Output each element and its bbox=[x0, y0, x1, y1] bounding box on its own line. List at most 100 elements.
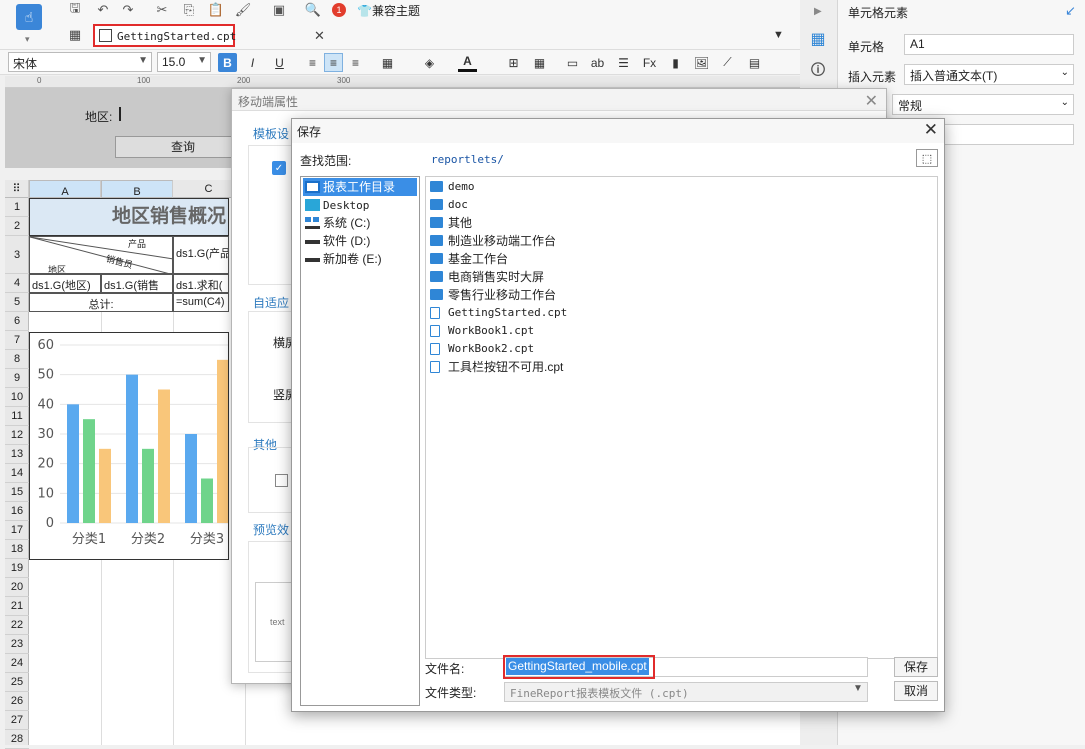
close-icon[interactable]: ✕ bbox=[924, 120, 938, 140]
save-icon[interactable]: 🖫 bbox=[66, 0, 84, 19]
row-header-cell[interactable]: 6 bbox=[5, 312, 29, 331]
row-header-cell[interactable]: 4 bbox=[5, 274, 29, 293]
row-header-cell[interactable]: 27 bbox=[5, 711, 29, 730]
row-header-cell[interactable]: 16 bbox=[5, 502, 29, 521]
folder-item[interactable]: 其他 bbox=[430, 214, 472, 232]
align-left-icon[interactable]: ≡ bbox=[303, 53, 322, 72]
title-cell[interactable]: 地区销售概况 bbox=[29, 198, 229, 236]
filename-input[interactable]: GettingStarted_mobile.cpt bbox=[503, 655, 655, 679]
tab-menu-icon[interactable]: ▼ bbox=[773, 29, 784, 41]
place-desktop[interactable]: Desktop bbox=[303, 196, 417, 214]
folder-item[interactable]: demo bbox=[430, 178, 475, 196]
place-drive-d[interactable]: 软件 (D:) bbox=[303, 232, 417, 250]
rich-text-icon[interactable]: ab bbox=[588, 53, 607, 72]
bar-chart[interactable]: 0 10 20 30 40 50 60 分类1 分类2 分类3 bbox=[29, 332, 229, 560]
fill-color-icon[interactable]: ◈ bbox=[420, 53, 439, 72]
font-size-select[interactable]: 15.0 ▼ bbox=[157, 52, 211, 72]
slash-icon[interactable]: ⟋ bbox=[718, 53, 737, 72]
row-header-cell[interactable]: 8 bbox=[5, 350, 29, 369]
place-drive-c[interactable]: 系统 (C:) bbox=[303, 214, 417, 232]
bar[interactable] bbox=[126, 374, 138, 523]
row-header-cell[interactable]: 1 bbox=[5, 198, 29, 217]
folder-item[interactable]: 基金工作台 bbox=[430, 250, 508, 268]
bar[interactable] bbox=[217, 359, 229, 523]
row-header-cell[interactable]: 9 bbox=[5, 369, 29, 388]
subreport-icon[interactable]: ▤ bbox=[745, 53, 764, 72]
logo-dropdown-icon[interactable]: ▾ bbox=[25, 34, 30, 45]
bold-button[interactable]: B bbox=[218, 53, 237, 72]
folder-item[interactable]: 零售行业移动工作台 bbox=[430, 286, 556, 304]
cell-attr-icon[interactable]: 🛈 bbox=[809, 62, 827, 81]
cell-b4[interactable]: ds1.G(销售 bbox=[101, 274, 173, 293]
undo-icon[interactable]: ↶ bbox=[94, 1, 112, 19]
row-header-cell[interactable]: 15 bbox=[5, 483, 29, 502]
preview-icon[interactable]: 🔍 bbox=[304, 1, 322, 19]
row-header-cell[interactable]: 24 bbox=[5, 654, 29, 673]
filetype-select[interactable]: FineReport报表模板文件 (.cpt) ▼ bbox=[504, 682, 868, 702]
collapse-icon[interactable]: ↙ bbox=[1065, 3, 1076, 19]
other-checkbox[interactable] bbox=[275, 474, 288, 487]
cell-total-label[interactable]: 总计: bbox=[29, 293, 173, 312]
place-report-dir[interactable]: 报表工作目录 bbox=[303, 178, 417, 196]
folder-item[interactable]: 电商销售实时大屏 bbox=[430, 268, 544, 286]
cell-name-field[interactable]: A1 bbox=[904, 34, 1074, 55]
row-header-cell[interactable]: 25 bbox=[5, 673, 29, 692]
chart-icon[interactable]: ▮ bbox=[666, 53, 685, 72]
align-right-icon[interactable]: ≡ bbox=[346, 53, 365, 72]
cell-c5[interactable]: =sum(C4) bbox=[173, 293, 229, 312]
font-family-select[interactable]: 宋体 ▼ bbox=[8, 52, 152, 72]
text-field-icon[interactable]: ▭ bbox=[563, 53, 582, 72]
cancel-button[interactable]: 取消 bbox=[894, 681, 938, 701]
row-header-cell[interactable]: 14 bbox=[5, 464, 29, 483]
format-select[interactable]: 常规 ⌄ bbox=[892, 94, 1074, 115]
region-input[interactable] bbox=[117, 104, 237, 124]
row-header-cell[interactable]: 3 bbox=[5, 236, 29, 274]
diagonal-header-cell[interactable]: 产品 销售员 地区 bbox=[29, 236, 173, 274]
folder-item[interactable]: doc bbox=[430, 196, 468, 214]
cut-icon[interactable]: ✂ bbox=[153, 1, 171, 19]
column-b[interactable]: B bbox=[101, 180, 173, 198]
bar[interactable] bbox=[142, 448, 154, 523]
row-header-cell[interactable]: 26 bbox=[5, 692, 29, 711]
copy-icon[interactable]: ⎘ bbox=[180, 1, 198, 19]
cell-element-icon[interactable]: ▦ bbox=[809, 30, 827, 48]
row-header-cell[interactable]: 19 bbox=[5, 559, 29, 578]
row-header-cell[interactable]: 11 bbox=[5, 407, 29, 426]
paste-icon[interactable]: 📋 bbox=[207, 1, 225, 19]
bar[interactable] bbox=[83, 419, 95, 523]
formula-icon[interactable]: Fx bbox=[640, 53, 659, 72]
row-header-cell[interactable]: 22 bbox=[5, 616, 29, 635]
close-tab-icon[interactable]: ✕ bbox=[314, 28, 325, 44]
file-item[interactable]: GettingStarted.cpt bbox=[430, 304, 567, 322]
theme-button[interactable]: 👕兼容主题 bbox=[357, 2, 420, 19]
border-icon[interactable]: ▦ bbox=[378, 53, 397, 72]
app-logo-icon[interactable]: ☝ bbox=[16, 4, 42, 30]
row-header-cell[interactable]: 20 bbox=[5, 578, 29, 597]
template-icon[interactable]: ▣ bbox=[270, 1, 288, 19]
row-header-cell[interactable]: 2 bbox=[5, 217, 29, 236]
bar[interactable] bbox=[99, 448, 111, 523]
insert-element-select[interactable]: 插入普通文本(T) ⌄ bbox=[904, 64, 1074, 85]
row-header-cell[interactable]: 7 bbox=[5, 331, 29, 350]
file-list[interactable]: demo doc 其他 制造业移动端工作台 基金工作台 电商销售实时大屏 零售行… bbox=[425, 176, 938, 659]
corner-icon[interactable]: ⠿ bbox=[5, 180, 29, 198]
row-header-cell[interactable]: 17 bbox=[5, 521, 29, 540]
row-header-cell[interactable]: 12 bbox=[5, 426, 29, 445]
align-center-icon[interactable]: ≡ bbox=[324, 53, 343, 72]
italic-button[interactable]: I bbox=[243, 53, 262, 72]
redo-icon[interactable]: ↷ bbox=[119, 1, 137, 19]
row-header-cell[interactable]: 13 bbox=[5, 445, 29, 464]
paragraph-icon[interactable]: ☰ bbox=[614, 53, 633, 72]
cell-a4[interactable]: ds1.G(地区) bbox=[29, 274, 101, 293]
place-drive-e[interactable]: 新加卷 (E:) bbox=[303, 250, 417, 268]
bar[interactable] bbox=[201, 478, 213, 524]
merge-icon[interactable]: ⊞ bbox=[504, 53, 523, 72]
file-item[interactable]: WorkBook1.cpt bbox=[430, 322, 534, 340]
row-header-cell[interactable]: 28 bbox=[5, 730, 29, 749]
underline-button[interactable]: U bbox=[270, 53, 289, 72]
close-icon[interactable]: ✕ bbox=[865, 91, 878, 111]
bar[interactable] bbox=[185, 434, 197, 523]
folder-item[interactable]: 制造业移动端工作台 bbox=[430, 232, 556, 250]
row-header-cell[interactable]: 5 bbox=[5, 293, 29, 312]
chevron-right-icon[interactable]: ▶ bbox=[814, 6, 822, 17]
